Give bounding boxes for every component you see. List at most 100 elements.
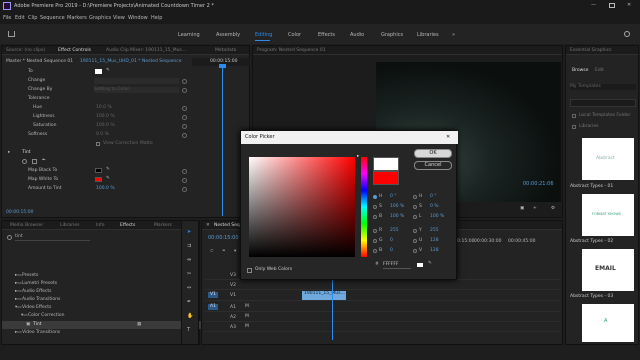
radio-button[interactable] [373,249,377,253]
field-value[interactable]: 0 [390,248,393,254]
radio-button[interactable] [373,229,377,233]
change-by-dropdown[interactable]: Setting to Color [94,87,179,93]
radio-button[interactable] [373,205,377,209]
linked-icon[interactable]: ⚭ [222,249,226,255]
only-web-colors-checkbox[interactable] [247,268,252,273]
timeline-timecode[interactable]: 00:00:15:00 [208,235,239,241]
reset-icon[interactable] [182,106,187,111]
field-value[interactable]: 100 % [390,204,404,210]
tree-item-audio-transitions[interactable]: ▸▭ Audio Transitions [2,297,201,304]
export-frame-icon[interactable]: ▣ [520,206,524,212]
tab-info[interactable]: Info [96,223,105,229]
template-label[interactable]: Abstract Types - 02 [570,239,613,245]
workspace-overflow-icon[interactable]: » [452,32,455,38]
track-label[interactable]: A2 [230,315,236,321]
minimize-icon[interactable]: — [591,2,596,8]
mask-ellipse-icon[interactable] [22,159,27,164]
hue-slider[interactable] [361,157,367,257]
reset-icon[interactable] [182,79,187,84]
tab-metadata[interactable]: Metadata [215,48,236,54]
snap-icon[interactable]: ⊂ [210,249,214,255]
ripple-edit-icon[interactable]: ⇹ [187,257,191,263]
color-field[interactable] [249,157,355,257]
track-label[interactable]: V2 [230,283,236,289]
ok-button[interactable]: OK [414,149,452,158]
source-patch-a1[interactable]: A1 [208,304,218,310]
menu-graphics[interactable]: Graphics [89,15,111,21]
reset-icon[interactable] [182,187,187,192]
to-color-swatch[interactable] [95,69,102,74]
settings-icon[interactable]: ⚙ [551,206,555,212]
tab-audio-clip-mixer[interactable]: Audio Clip Mixer: 190111_15_Mus... [106,48,186,54]
eyedropper-icon[interactable]: ✎ [428,261,432,267]
reset-icon[interactable] [182,124,187,129]
template-thumbnail[interactable]: A [582,304,634,342]
reset-icon[interactable] [182,178,187,183]
field-value[interactable]: 100 % [430,214,444,220]
workspace-color[interactable]: Color [288,32,301,38]
radio-button[interactable] [413,229,417,233]
workspace-audio[interactable]: Audio [350,32,364,38]
track-label[interactable]: A1 [230,305,236,311]
eyedropper-icon[interactable]: ✎ [106,167,110,173]
program-timecode[interactable]: 00:00:21:06 [523,181,554,187]
field-value[interactable]: 128 [430,238,439,244]
view-correction-checkbox[interactable] [96,142,100,146]
tab-media-browser[interactable]: Media Browser [10,223,43,229]
search-field[interactable] [570,99,636,107]
workspace-libraries[interactable]: Libraries [417,32,439,38]
field-value[interactable]: 128 [430,248,439,254]
template-thumbnail[interactable]: EMAIL [582,249,634,291]
radio-button[interactable] [413,195,417,199]
field-value[interactable]: 100 % [390,214,404,220]
cancel-button[interactable]: Cancel [414,161,452,170]
menu-window[interactable]: Window [128,15,148,21]
menu-clip[interactable]: Clip [28,15,37,21]
tab-markers[interactable]: Markers [154,223,172,229]
amount-to-tint-value[interactable]: 100.0 % [96,186,115,192]
home-icon[interactable] [8,31,15,37]
mute-button[interactable]: M [245,324,249,330]
tint-effect-label[interactable]: Tint [22,150,30,156]
workspace-assembly[interactable]: Assembly [216,32,240,38]
tree-item-color-correction[interactable]: ▾▭ Color Correction [2,313,201,320]
eyedropper-icon[interactable]: ✎ [106,68,110,74]
timeline-close-icon[interactable]: ✕ [206,223,210,229]
mask-pen-icon[interactable]: ✒ [42,158,46,164]
field-value[interactable]: 255 [390,228,399,234]
menu-help[interactable]: Help [151,15,162,21]
mute-button[interactable]: M [245,304,249,310]
mute-button[interactable]: M [245,314,249,320]
template-thumbnail[interactable]: Abstract [582,138,634,180]
radio-button[interactable] [413,215,417,219]
field-value[interactable]: 255 [430,228,439,234]
radio-button[interactable] [413,249,417,253]
template-thumbnail[interactable]: FORMAT SHOWS [582,194,634,236]
tree-item-lumetri[interactable]: ▸▭ Lumetri Presets [2,281,201,288]
tab-source[interactable]: Source: (no clips) [6,48,45,54]
effect-controls-playhead[interactable] [222,66,223,216]
search-icon[interactable] [624,31,630,37]
tab-effect-controls[interactable]: Effect Controls [58,48,91,54]
close-icon[interactable]: ✕ [627,2,631,8]
map-black-swatch[interactable] [95,168,102,173]
menu-markers[interactable]: Markers [67,15,87,21]
track-label[interactable]: V1 [230,293,236,299]
hex-input[interactable]: FFFFFF [383,262,411,269]
effect-controls-master[interactable]: Master * Nested Sequence 01 [6,59,73,65]
track-label[interactable]: V3 [230,273,236,279]
workspace-editing[interactable]: Editing [255,32,272,38]
lightness-value[interactable]: 100.0 % [96,114,115,120]
essential-graphics-title[interactable]: Essential Graphics [570,48,611,54]
fx-icon[interactable]: ▸ [8,150,10,156]
effect-controls-clip[interactable]: 190111_15_Mus_UHD_01 * Nested Sequence [80,59,181,65]
template-label[interactable]: Abstract Types - 01 [570,184,613,190]
slip-tool-icon[interactable]: ↔ [187,285,191,291]
workspace-graphics[interactable]: Graphics [381,32,403,38]
workspace-learning[interactable]: Learning [178,32,200,38]
softness-value[interactable]: 0.0 % [96,132,109,138]
menu-view[interactable]: View [113,15,125,21]
libraries-checkbox[interactable] [572,125,576,129]
tree-item-video-effects[interactable]: ▾▭ Video Effects [2,305,201,312]
hand-tool-icon[interactable]: ✋ [187,313,193,319]
